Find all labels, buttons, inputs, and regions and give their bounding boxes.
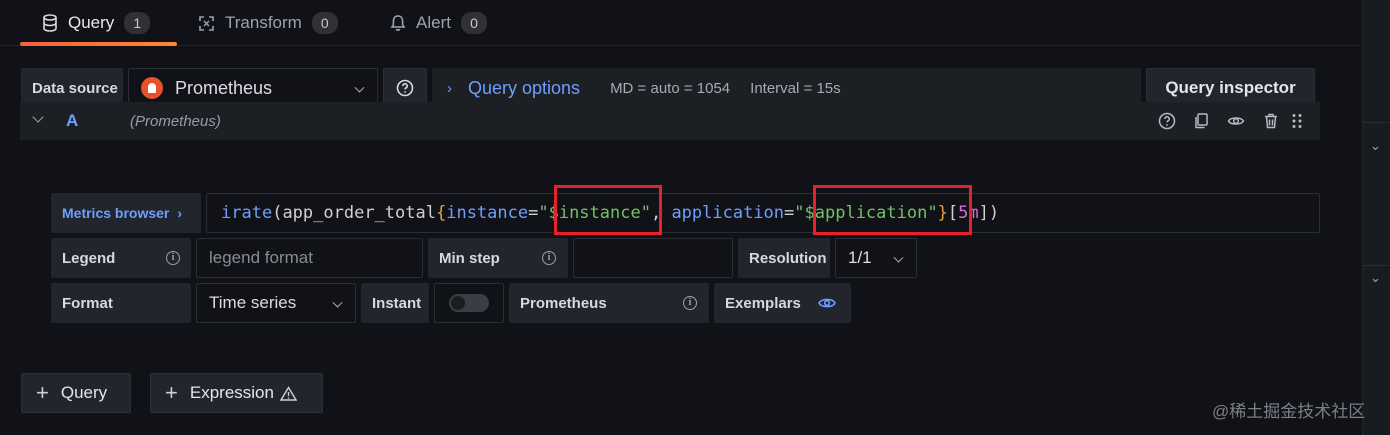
expr-brace-open: { [435, 203, 447, 223]
instant-toggle[interactable] [449, 294, 489, 312]
prometheus-logo-icon [141, 77, 163, 99]
format-value: Time series [209, 293, 297, 312]
chevron-down-icon [893, 252, 904, 263]
resolution-value: 1/1 [848, 248, 872, 267]
data-source-value: Prometheus [175, 77, 273, 98]
expr-metric-name: app_order_total [282, 203, 436, 223]
tab-alert-count: 0 [460, 12, 487, 34]
divider [1363, 265, 1390, 266]
prometheus-type-label: Prometheus i [509, 283, 709, 323]
warning-icon [279, 385, 297, 401]
chevron-down-icon [354, 82, 365, 93]
metrics-browser-label: Metrics browser [62, 205, 170, 221]
query-row-header[interactable]: A (Prometheus) [20, 102, 1320, 140]
tab-query-label: Query [68, 13, 115, 32]
divider [1363, 122, 1390, 123]
expr-label-application: application [671, 203, 785, 223]
min-step-input[interactable] [573, 238, 733, 278]
question-circle-icon [396, 79, 414, 97]
chevron-right-icon: › [447, 79, 452, 97]
help-icon[interactable] [1158, 112, 1176, 130]
tab-bar: Query 1 Transform 0 Alert 0 [0, 0, 1362, 46]
add-query-label: Query [60, 383, 108, 402]
highlight-box-application [813, 185, 972, 235]
chevron-down-icon [332, 297, 343, 308]
expr-equals: = [784, 203, 795, 223]
tab-alert[interactable]: Alert 0 [390, 0, 487, 46]
min-step-label: Min step i [428, 238, 568, 278]
query-inspector-label: Query inspector [1165, 78, 1296, 97]
info-icon[interactable]: i [166, 251, 180, 265]
highlight-box-instance [554, 185, 662, 235]
legend-format-placeholder: legend format [209, 248, 313, 267]
plus-icon: + [165, 380, 178, 405]
format-select[interactable]: Time series [196, 283, 356, 323]
instant-label-text: Instant [372, 294, 422, 312]
eye-icon[interactable] [818, 296, 836, 310]
instant-toggle-container [434, 283, 504, 323]
prometheus-type-label-text: Prometheus [520, 294, 607, 312]
plus-icon: + [36, 380, 49, 405]
active-tab-indicator [20, 42, 177, 46]
legend-label-text: Legend [62, 249, 116, 267]
resolution-label-text: Resolution [749, 249, 827, 267]
expr-paren-open: ( [272, 203, 283, 223]
watermark: @稀土掘金技术社区 [1212, 402, 1366, 421]
collapse-chevron-icon[interactable] [32, 111, 44, 123]
database-icon [43, 14, 57, 32]
query-options-title: Query options [468, 77, 581, 98]
duplicate-icon[interactable] [1192, 112, 1210, 130]
expr-equals: = [528, 203, 539, 223]
exemplars-label-text: Exemplars [725, 294, 801, 312]
eye-icon[interactable] [1227, 112, 1245, 130]
tab-transform-count: 0 [311, 12, 338, 34]
expr-function: irate [221, 203, 273, 223]
trash-icon[interactable] [1262, 112, 1280, 130]
transform-icon [199, 15, 214, 31]
add-expression-label: Expression [189, 383, 274, 402]
min-step-label-text: Min step [439, 249, 500, 267]
tab-query-count: 1 [124, 12, 151, 34]
format-label-text: Format [62, 294, 113, 312]
expr-paren-close: ) [988, 203, 1000, 223]
expr-bracket-close: ] [978, 203, 989, 223]
query-ref-id[interactable]: A [66, 111, 78, 131]
add-expression-button[interactable]: + Expression [150, 373, 323, 413]
exemplars-label: Exemplars [714, 283, 851, 323]
tab-transform-label: Transform [225, 13, 302, 32]
add-query-button[interactable]: + Query [21, 373, 131, 413]
resolution-select[interactable]: 1/1 [835, 238, 917, 278]
tab-transform[interactable]: Transform 0 [198, 0, 338, 46]
metrics-browser-button[interactable]: Metrics browser › [51, 193, 201, 233]
max-data-points: MD = auto = 1054 [610, 79, 731, 97]
chevron-right-icon: › [177, 205, 183, 221]
data-source-label-text: Data source [32, 79, 118, 97]
promql-query-editor[interactable]: irate(app_order_total{instance = "$instanc… [206, 193, 1320, 233]
expr-label-instance: instance [446, 203, 529, 223]
right-scroll-panel: ⌄ ⌄ [1362, 0, 1390, 435]
drag-handle-icon[interactable] [1288, 112, 1306, 130]
info-icon[interactable]: i [683, 296, 697, 310]
instant-label: Instant [361, 283, 429, 323]
interval: Interval = 15s [750, 79, 841, 97]
query-datasource-name: (Prometheus) [130, 113, 221, 130]
legend-label: Legend i [51, 238, 191, 278]
tab-alert-label: Alert [416, 13, 451, 32]
chevron-down-icon[interactable]: ⌄ [1370, 138, 1381, 154]
resolution-label: Resolution [738, 238, 830, 278]
bell-icon [390, 15, 406, 31]
chevron-down-icon[interactable]: ⌄ [1370, 270, 1381, 286]
legend-format-input[interactable]: legend format [196, 238, 423, 278]
info-icon[interactable]: i [542, 251, 556, 265]
tab-query[interactable]: Query 1 [42, 0, 151, 46]
format-label: Format [51, 283, 191, 323]
